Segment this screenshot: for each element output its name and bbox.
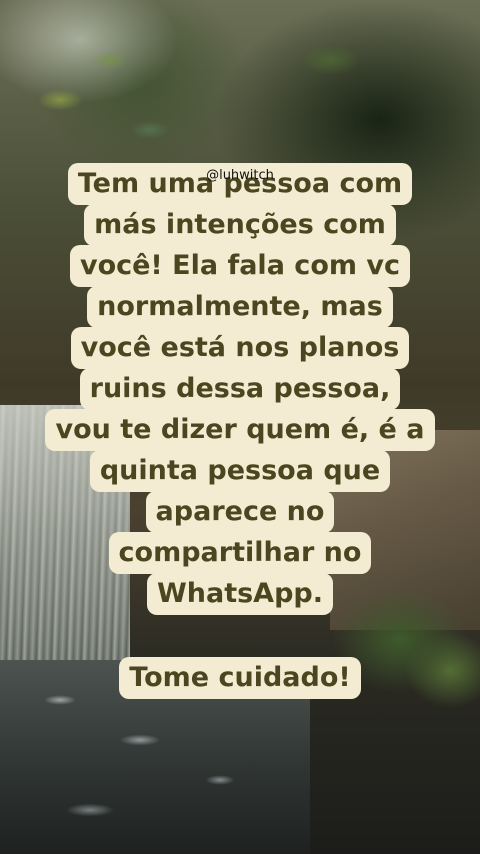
- caption-line: normalmente, mas: [87, 286, 393, 328]
- caption-line: aparece no: [145, 491, 335, 533]
- caption-block: Tem uma pessoa com más intenções com voc…: [0, 163, 480, 615]
- caption-line: compartilhar no: [108, 532, 372, 574]
- caption-line: ruins dessa pessoa,: [79, 368, 401, 410]
- warning-block: Tome cuidado!: [0, 657, 480, 699]
- warning-text: Tome cuidado!: [119, 657, 361, 699]
- caption-line: quinta pessoa que: [89, 450, 391, 492]
- caption-line: más intenções com: [84, 204, 396, 246]
- caption-line: você está nos planos: [70, 327, 410, 369]
- username-tag: @luhwitch: [206, 168, 274, 183]
- caption-line: você! Ela fala com vc: [69, 245, 411, 287]
- caption-line: vou te dizer quem é, é a: [45, 409, 435, 451]
- caption-line: WhatsApp.: [146, 573, 333, 615]
